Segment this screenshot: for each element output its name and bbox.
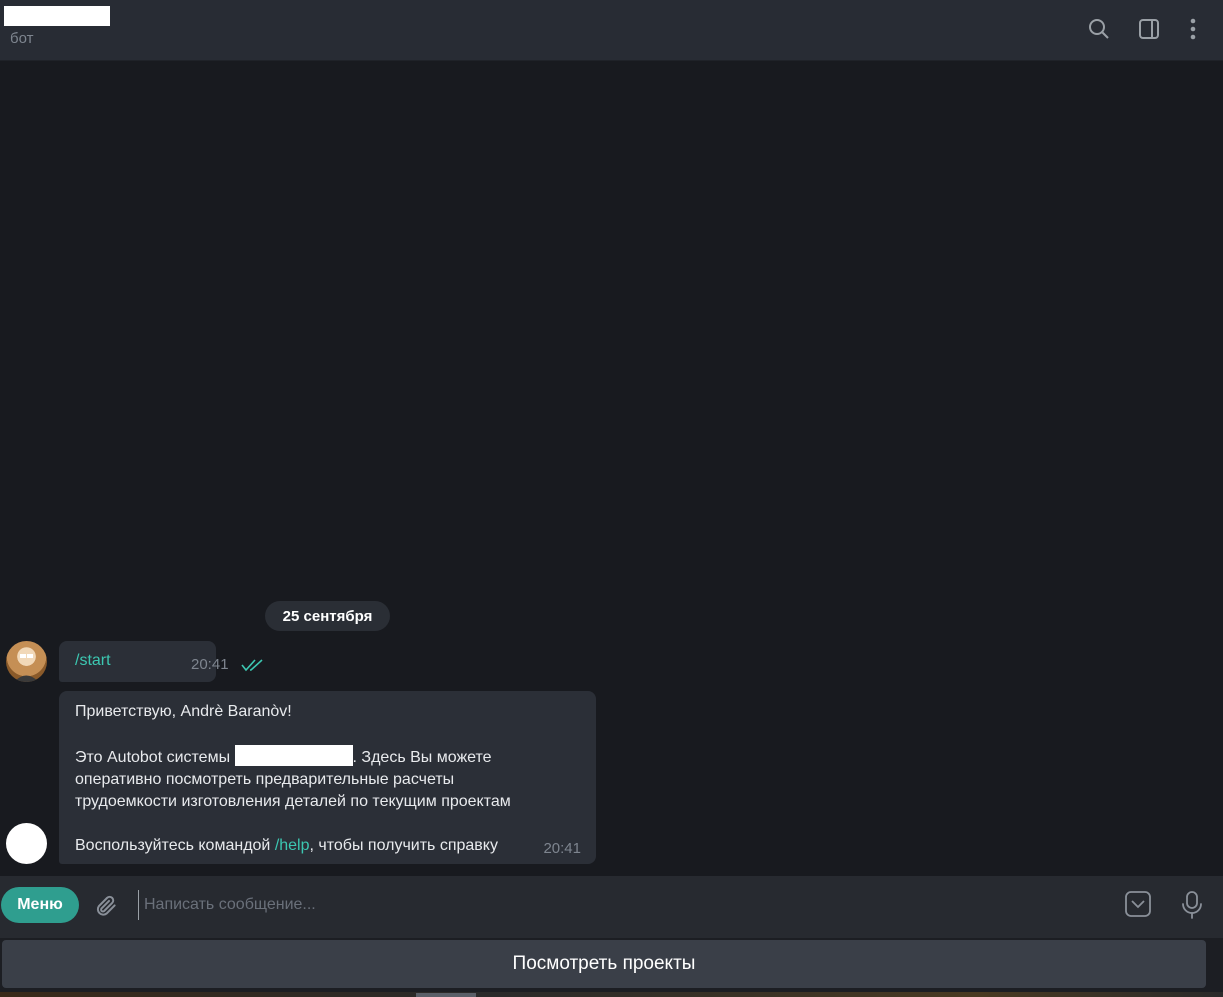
command-text[interactable]: /start — [75, 650, 111, 672]
bottom-strip — [0, 992, 1223, 997]
chat-subtitle: бот — [10, 30, 34, 47]
message-time: 20:41 — [191, 656, 229, 673]
reply-keyboard: Посмотреть проекты — [0, 938, 1223, 997]
search-icon[interactable] — [1084, 14, 1114, 44]
incoming-message[interactable]: Приветствую, Andrè Baranòv! Это Autobot … — [59, 691, 596, 864]
more-vertical-icon[interactable] — [1178, 14, 1208, 44]
message-time: 20:41 — [543, 840, 581, 857]
double-check-icon — [241, 657, 265, 679]
help-hint: Воспользуйтесь командой /help, чтобы пол… — [75, 837, 498, 854]
chat-title-redacted[interactable] — [4, 6, 110, 26]
message-paragraph: Это Autobot системы . Здесь Вы можете — [75, 745, 580, 769]
message-line: трудоемкости изготовления деталей по тек… — [75, 793, 511, 810]
chat-header: бот — [0, 0, 1223, 61]
redacted-system-name — [234, 745, 353, 766]
sidebar-toggle-icon[interactable] — [1134, 14, 1164, 44]
user-avatar[interactable] — [6, 641, 47, 682]
outgoing-message[interactable]: /start 20:41 — [59, 641, 263, 682]
greeting-text: Приветствую, Andrè Baranòv! — [75, 703, 292, 720]
view-projects-button[interactable]: Посмотреть проекты — [2, 940, 1206, 988]
microphone-icon[interactable] — [1176, 888, 1208, 922]
help-command-link[interactable]: /help — [275, 837, 310, 854]
attach-icon[interactable] — [90, 890, 122, 922]
message-input[interactable] — [138, 890, 1098, 920]
message-line: оперативно посмотреть предварительные ра… — [75, 771, 455, 788]
bot-avatar[interactable] — [6, 823, 47, 864]
menu-button[interactable]: Меню — [1, 887, 79, 923]
message-composer: Меню — [0, 876, 1223, 938]
date-separator: 25 сентября — [265, 601, 390, 631]
scroll-handle[interactable] — [416, 993, 476, 997]
bot-commands-icon[interactable] — [1122, 888, 1154, 920]
